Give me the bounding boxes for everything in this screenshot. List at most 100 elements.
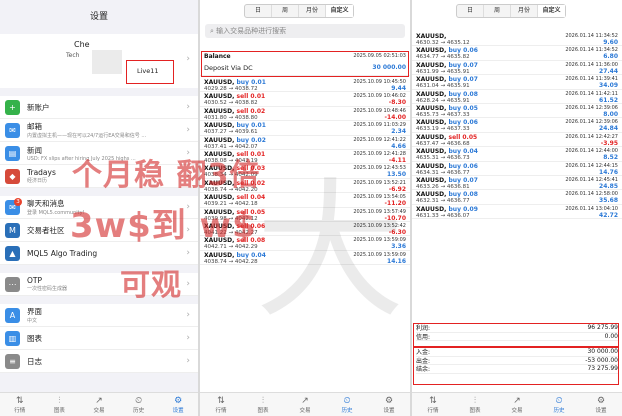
menu-item-subtitle: 一次性密码生成器 (27, 286, 68, 292)
chevron-right-icon: › (186, 356, 190, 366)
trade-row[interactable]: XAUUSD, buy 0.05 2026.01.14 12:39:06 4635.… (412, 104, 622, 119)
trade-prices: 4637.47 → 4636.68 (416, 140, 470, 147)
menu-item-title: 新账户 (27, 102, 50, 112)
tab-1[interactable]: ⫶ 图表 (40, 393, 80, 416)
period-tab[interactable]: 月份 (511, 5, 538, 17)
trade-row[interactable]: XAUUSD, buy 0.06 2026.01.14 12:44:15 4634.… (412, 162, 622, 176)
tab-1[interactable]: ⫶ 图表 (242, 393, 284, 416)
period-tab[interactable]: 周 (272, 5, 299, 17)
trade-profit: 34.09 (599, 82, 618, 90)
menu-item[interactable]: + 新账户 › (0, 96, 198, 119)
funds-highlight-box (413, 347, 619, 385)
period-tab[interactable]: 周 (484, 5, 511, 17)
trade-lots: 0.06 (463, 162, 478, 170)
trade-row[interactable]: XAUUSD, buy 0.06 2026.01.14 12:39:06 4633.… (412, 118, 622, 133)
period-tab[interactable]: 日 (457, 5, 484, 17)
trade-row[interactable]: XAUUSD, buy 0.04 2026.01.14 12:44:00 4635.… (412, 147, 622, 162)
period-selector: 日周月份 自定义 (244, 4, 354, 18)
tab-2[interactable]: ↗ 交易 (284, 393, 326, 416)
tab-label: 图表 (469, 407, 481, 414)
trade-prices: 4037.27 → 4039.61 (204, 129, 258, 136)
tab-2[interactable]: ↗ 交易 (79, 393, 119, 416)
menu-item-title: 日志 (27, 356, 42, 366)
trade-prices: 4037.41 → 4042.07 (204, 143, 258, 150)
trade-prices: 4635.31 → 4636.73 (416, 155, 470, 162)
trade-symbol: XAUUSD, buy 0.06 (416, 47, 478, 55)
trade-side: sell (236, 107, 249, 115)
period-tab[interactable]: 自定义 (326, 5, 353, 17)
period-tab[interactable]: 日 (245, 5, 272, 17)
trade-symbol: XAUUSD, buy 0.09 (416, 205, 478, 213)
trade-lots: 0.05 (463, 104, 478, 112)
chevron-right-icon: › (186, 310, 190, 320)
trade-lots: 0.07 (463, 76, 478, 84)
trade-row[interactable]: XAUUSD, buy 0.07 2026.01.14 11:39:41 4631.… (412, 75, 622, 90)
trade-symbol: XAUUSD, buy 0.06 (416, 162, 478, 170)
tab-4[interactable]: ⚙ 设置 (368, 393, 410, 416)
tab-0[interactable]: ⇅ 行情 (200, 393, 242, 416)
search-input[interactable]: ⌕ 输入交易品种进行搜索 (205, 24, 405, 38)
menu-item-title: MQL5 Algo Trading (27, 248, 98, 258)
trade-row[interactable]: XAUUSD, sell 0.02 2025.10.09 10:48:46 4031… (200, 107, 410, 122)
trade-prices: 4634.31 → 4636.77 (416, 169, 470, 176)
trade-profit: 35.68 (599, 197, 618, 205)
tab-4[interactable]: ⚙ 设置 (580, 393, 622, 416)
trade-row[interactable]: XAUUSD, buy 0.08 2026.01.14 11:42:11 4628.… (412, 90, 622, 104)
trade-side: buy (236, 251, 249, 259)
trade-row[interactable]: XAUUSD, buy 0.08 2026.01.14 12:58:00 4632.… (412, 190, 622, 205)
menu-item[interactable]: ▥ 图表 › (0, 327, 198, 350)
trade-row[interactable]: XAUUSD, sell 0.05 2026.01.14 12:42:27 4637… (412, 133, 622, 148)
trade-side: buy (448, 76, 461, 84)
promo-text-line2: 3w$到 w$ (70, 206, 257, 246)
menu-icon: M (5, 222, 20, 238)
tab-0[interactable]: ⇅ 行情 (0, 393, 40, 416)
trade-profit: 61.52 (599, 96, 618, 104)
trade-symbol: XAUUSD, buy 0.07 (416, 176, 478, 184)
trade-row[interactable]: XAUUSD, buy 0.06 2026.01.14 11:34:52 4634.… (412, 46, 622, 61)
tab-icon: ⫶ (58, 395, 61, 406)
trade-side: buy (448, 162, 461, 170)
tab-icon: ⏲ (343, 395, 351, 406)
menu-item[interactable]: ✉ 邮箱 内置虚拟主机——现在可以24/7运行EA交易和信号 ... › (0, 119, 198, 142)
trade-side: sell (448, 133, 461, 141)
tab-3[interactable]: ⏲ 历史 (326, 393, 368, 416)
trade-row[interactable]: XAUUSD, 2026.01.14 11:34:52 4630.32 → 463… (412, 32, 622, 47)
trade-row[interactable]: XAUUSD, buy 0.07 2026.01.14 12:45:41 4633.… (412, 176, 622, 191)
trade-side: buy (448, 191, 461, 199)
trade-symbol: XAUUSD, buy 0.07 (416, 61, 478, 69)
trade-row[interactable]: XAUUSD, sell 0.01 2025.10.09 10:46:02 4030… (200, 92, 410, 107)
trade-lots: 0.01 (250, 93, 266, 101)
menu-item[interactable]: ≡ 日志 › (0, 350, 198, 373)
trade-side: buy (448, 176, 461, 184)
menu-item-subtitle: 经济日历 (27, 178, 48, 184)
tab-3[interactable]: ⏲ 历史 (538, 393, 580, 416)
tab-icon: ⫶ (473, 395, 477, 406)
menu-icon: ⋯ (5, 276, 20, 292)
tab-1[interactable]: ⫶ 图表 (454, 393, 496, 416)
trade-profit: 9.60 (603, 39, 618, 46)
trade-row[interactable]: XAUUSD, buy 0.07 2026.01.14 11:36:00 4631.… (412, 61, 622, 76)
tab-icon: ⏲ (555, 395, 563, 406)
tab-label: 行情 (215, 407, 227, 414)
chevron-right-icon: › (186, 125, 190, 135)
trade-prices: 4029.28 → 4038.72 (204, 86, 258, 92)
tab-label: 图表 (53, 407, 65, 414)
tab-0[interactable]: ⇅ 行情 (412, 393, 454, 416)
trade-side: buy (448, 104, 461, 112)
trade-lots: 0.06 (463, 119, 478, 127)
tab-icon: ↗ (95, 395, 103, 406)
tab-3[interactable]: ⏲ 历史 (119, 393, 159, 416)
trade-row[interactable]: XAUUSD, buy 0.01 2025.10.09 10:45:50 4029.… (200, 78, 410, 93)
trade-symbol: XAUUSD, buy 0.05 (416, 104, 478, 112)
trade-symbol: XAUUSD, buy 0.07 (416, 76, 478, 84)
tab-4[interactable]: ⚙ 设置 (158, 393, 198, 416)
menu-item[interactable]: A 界面 中文 › (0, 304, 198, 327)
trade-row[interactable]: XAUUSD, buy 0.09 2026.01.14 13:04:10 4631.… (412, 205, 622, 220)
period-tab[interactable]: 月份 (299, 5, 326, 17)
chevron-right-icon: › (186, 248, 190, 258)
tab-icon: ⇅ (217, 395, 225, 406)
tab-label: 行情 (14, 407, 26, 414)
period-tab[interactable]: 自定义 (538, 5, 565, 17)
tab-2[interactable]: ↗ 交易 (496, 393, 538, 416)
trade-lots: 0.01 (251, 122, 266, 130)
